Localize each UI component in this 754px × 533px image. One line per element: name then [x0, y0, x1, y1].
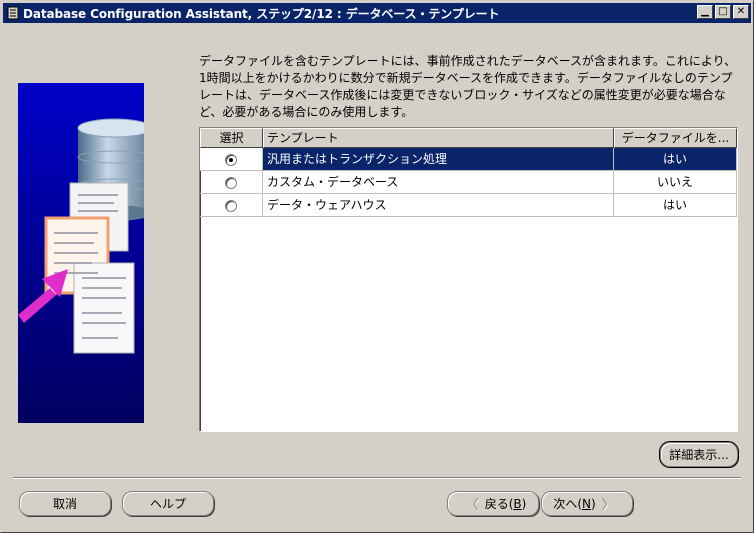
close-icon: ✕: [736, 6, 746, 17]
table-row[interactable]: カスタム・データベース いいえ: [200, 171, 737, 194]
template-name-cell: データ・ウェアハウス: [263, 194, 614, 217]
cancel-button[interactable]: 取消: [19, 491, 111, 516]
maximize-button[interactable]: □: [715, 5, 731, 19]
minimize-icon: ▁: [701, 6, 709, 17]
table-row[interactable]: 汎用またはトランザクション処理 はい: [200, 148, 737, 171]
back-button-label: 戻る(B): [484, 497, 527, 511]
dbca-window: Database Configuration Assistant, ステップ2/…: [0, 0, 754, 533]
datafiles-cell: いいえ: [614, 171, 737, 194]
next-button[interactable]: 次へ(N) 〉: [541, 491, 633, 516]
minimize-button[interactable]: ▁: [697, 5, 713, 19]
row-select-cell[interactable]: [200, 194, 263, 217]
template-description: データファイルを含むテンプレートには、事前作成されたデータベースが含まれます。こ…: [199, 54, 737, 119]
chevron-left-icon: 〈: [465, 498, 479, 513]
row-select-cell[interactable]: [200, 171, 263, 194]
template-table: 選択 テンプレート データファイルを... 汎用またはトランザクション処理 はい…: [199, 127, 738, 432]
window-title: Database Configuration Assistant, ステップ2/…: [23, 6, 500, 21]
title-buttons: ▁ □ ✕: [695, 5, 749, 19]
row-select-cell[interactable]: [200, 148, 263, 171]
chevron-right-icon: 〉: [601, 498, 615, 513]
title-bar[interactable]: Database Configuration Assistant, ステップ2/…: [3, 3, 751, 23]
column-header-select[interactable]: 選択: [200, 128, 263, 148]
column-header-template[interactable]: テンプレート: [263, 128, 614, 148]
button-separator: [13, 477, 741, 479]
radio-button[interactable]: [225, 176, 237, 189]
column-header-datafiles[interactable]: データファイルを...: [614, 128, 737, 148]
wizard-illustration: [18, 83, 153, 423]
table-header: 選択 テンプレート データファイルを...: [200, 128, 737, 148]
help-button[interactable]: ヘルプ: [122, 491, 214, 516]
table-row[interactable]: データ・ウェアハウス はい: [200, 194, 737, 217]
show-details-button[interactable]: 詳細表示...: [659, 441, 739, 468]
template-name-cell: 汎用またはトランザクション処理: [263, 148, 614, 171]
database-app-icon[interactable]: [6, 6, 20, 20]
back-button[interactable]: 〈 戻る(B): [447, 491, 539, 516]
close-button[interactable]: ✕: [733, 5, 749, 19]
next-button-label: 次へ(N): [553, 497, 596, 511]
datafiles-cell: はい: [614, 194, 737, 217]
datafiles-cell: はい: [614, 148, 737, 171]
template-name-cell: カスタム・データベース: [263, 171, 614, 194]
maximize-icon: □: [718, 6, 728, 17]
radio-button[interactable]: [225, 153, 237, 166]
radio-button[interactable]: [225, 199, 237, 212]
